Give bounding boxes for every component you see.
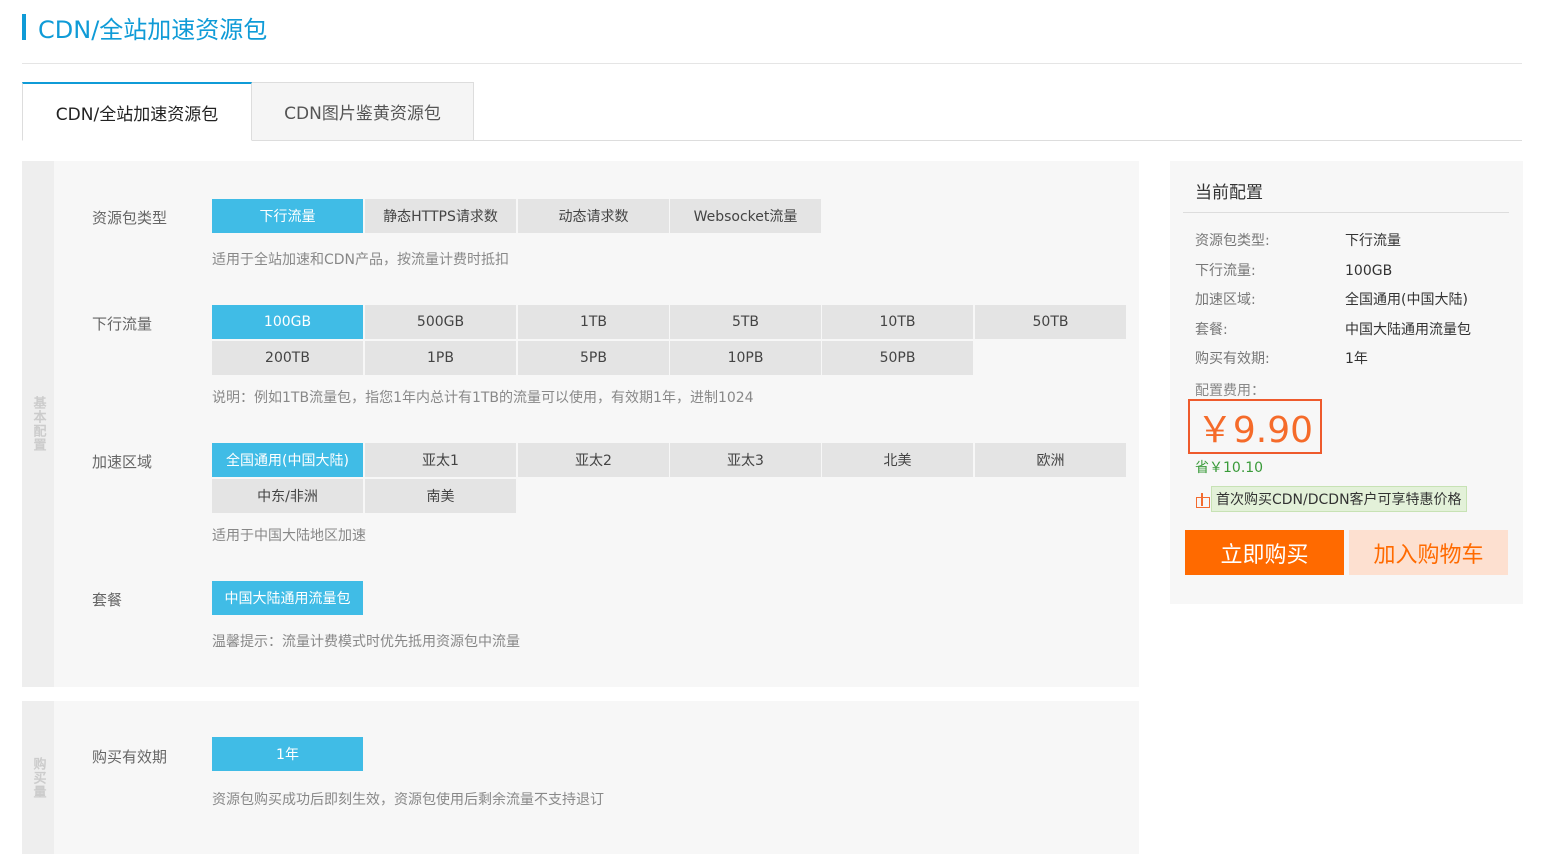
package-type-hint: 适用于全站加速和CDN产品，按流量计费时抵扣 — [212, 252, 510, 268]
plan-option[interactable]: 中国大陆通用流量包 — [212, 581, 363, 615]
summary-row: 套餐: 中国大陆通用流量包 — [1195, 319, 1515, 339]
package-type-option[interactable]: 下行流量 — [212, 199, 363, 233]
summary-value: 100GB — [1345, 263, 1393, 279]
savings-text: 省￥10.10 — [1195, 460, 1264, 476]
duration-option[interactable]: 1年 — [212, 737, 363, 771]
region-label: 加速区域 — [92, 453, 153, 471]
current-config-title: 当前配置 — [1195, 183, 1263, 203]
summary-value: 全国通用(中国大陆) — [1345, 292, 1468, 308]
summary-key: 下行流量: — [1195, 263, 1256, 279]
price-display: ￥9.90 — [1188, 399, 1322, 454]
summary-row: 购买有效期: 1年 — [1195, 348, 1515, 368]
traffic-option[interactable]: 1PB — [365, 341, 516, 375]
basic-config-section: 基本配置 资源包类型 下行流量 静态HTTPS请求数 动态请求数 Websock… — [22, 161, 1139, 687]
traffic-option[interactable]: 10TB — [822, 305, 973, 339]
region-option[interactable]: 南美 — [365, 479, 516, 513]
title-accent-bar — [22, 14, 26, 40]
purchase-amount-section: 购买量 购买有效期 1年 资源包购买成功后即刻生效，资源包使用后剩余流量不支持退… — [22, 701, 1139, 854]
summary-row: 加速区域: 全国通用(中国大陆) — [1195, 289, 1515, 309]
config-fee-label: 配置费用： — [1195, 383, 1265, 399]
region-option[interactable]: 欧洲 — [975, 443, 1126, 477]
purchase-amount-label: 购买量 — [30, 756, 46, 799]
plan-label: 套餐 — [92, 591, 123, 609]
package-type-option[interactable]: 动态请求数 — [518, 199, 669, 233]
traffic-option[interactable]: 50PB — [822, 341, 973, 375]
summary-value: 1年 — [1345, 351, 1368, 367]
package-type-label: 资源包类型 — [92, 209, 168, 227]
tab-cdn-package[interactable]: CDN/全站加速资源包 — [22, 82, 252, 141]
region-hint: 适用于中国大陆地区加速 — [212, 528, 366, 544]
traffic-option[interactable]: 10PB — [670, 341, 821, 375]
page-title: CDN/全站加速资源包 — [38, 15, 268, 44]
summary-key: 资源包类型: — [1195, 233, 1270, 249]
summary-key: 套餐: — [1195, 322, 1228, 338]
summary-key: 加速区域: — [1195, 292, 1256, 308]
region-option[interactable]: 亚太2 — [518, 443, 669, 477]
page-header: CDN/全站加速资源包 — [22, 12, 268, 44]
traffic-option[interactable]: 200TB — [212, 341, 363, 375]
traffic-option[interactable]: 5TB — [670, 305, 821, 339]
basic-config-strip: 基本配置 — [22, 161, 54, 687]
summary-key: 购买有效期: — [1195, 351, 1270, 367]
current-config-panel: 当前配置 资源包类型: 下行流量 下行流量: 100GB 加速区域: 全国通用(中国大… — [1170, 161, 1523, 604]
traffic-option[interactable]: 100GB — [212, 305, 363, 339]
gift-icon — [1195, 492, 1210, 508]
summary-row: 资源包类型: 下行流量 — [1195, 230, 1515, 250]
package-type-option[interactable]: Websocket流量 — [670, 199, 821, 233]
traffic-option[interactable]: 50TB — [975, 305, 1126, 339]
tab-bar: CDN/全站加速资源包 CDN图片鉴黄资源包 — [22, 82, 474, 141]
traffic-option[interactable]: 1TB — [518, 305, 669, 339]
region-option[interactable]: 全国通用(中国大陆) — [212, 443, 363, 477]
duration-label: 购买有效期 — [92, 748, 168, 766]
plan-hint: 温馨提示：流量计费模式时优先抵用资源包中流量 — [212, 634, 520, 650]
region-option[interactable]: 中东/非洲 — [212, 479, 363, 513]
region-option[interactable]: 北美 — [822, 443, 973, 477]
traffic-option[interactable]: 500GB — [365, 305, 516, 339]
summary-value: 下行流量 — [1345, 233, 1401, 249]
title-divider — [22, 63, 1522, 64]
basic-config-label: 基本配置 — [30, 396, 46, 452]
summary-value: 中国大陆通用流量包 — [1345, 322, 1471, 338]
add-to-cart-button[interactable]: 加入购物车 — [1349, 530, 1508, 575]
region-option[interactable]: 亚太3 — [670, 443, 821, 477]
traffic-option[interactable]: 5PB — [518, 341, 669, 375]
duration-hint: 资源包购买成功后即刻生效，资源包使用后剩余流量不支持退订 — [212, 792, 604, 808]
traffic-hint: 说明：例如1TB流量包，指您1年内总计有1TB的流量可以使用，有效期1年，进制1… — [212, 390, 754, 406]
promo-banner: 首次购买CDN/DCDN客户可享特惠价格 — [1195, 486, 1467, 512]
summary-row: 下行流量: 100GB — [1195, 260, 1515, 280]
traffic-label: 下行流量 — [92, 315, 153, 333]
buy-now-button[interactable]: 立即购买 — [1185, 530, 1344, 575]
purchase-amount-strip: 购买量 — [22, 701, 54, 854]
tab-image-moderation-package[interactable]: CDN图片鉴黄资源包 — [252, 82, 474, 141]
package-type-option[interactable]: 静态HTTPS请求数 — [365, 199, 516, 233]
region-option[interactable]: 亚太1 — [365, 443, 516, 477]
promo-text: 首次购买CDN/DCDN客户可享特惠价格 — [1211, 486, 1467, 512]
summary-divider — [1183, 212, 1509, 213]
